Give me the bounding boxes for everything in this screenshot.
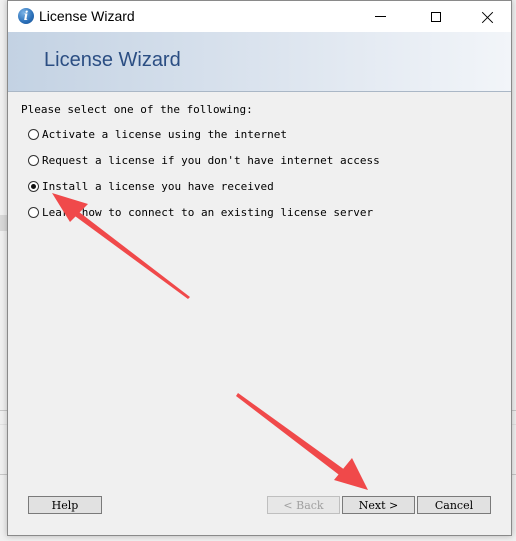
option-label: Activate a license using the internet — [42, 127, 288, 141]
option-activate-online[interactable]: Activate a license using the internet — [28, 126, 287, 142]
option-request-license[interactable]: Request a license if you don't have inte… — [28, 152, 380, 168]
wizard-header-banner: License Wizard — [8, 32, 511, 92]
info-icon: i — [18, 8, 34, 24]
license-wizard-dialog: i License Wizard License Wizard Please s… — [7, 0, 512, 536]
next-button[interactable]: Next > — [342, 496, 415, 514]
cancel-button[interactable]: Cancel — [417, 496, 491, 514]
option-label: Learn how to connect to an existing lice… — [42, 205, 374, 219]
banner-title: License Wizard — [44, 49, 181, 71]
option-label: Request a license if you don't have inte… — [42, 153, 380, 167]
close-button[interactable] — [465, 1, 511, 32]
maximize-button[interactable] — [413, 1, 459, 32]
help-button[interactable]: Help — [28, 496, 102, 514]
close-icon — [482, 11, 494, 23]
back-button[interactable]: < Back — [267, 496, 340, 514]
option-label: Install a license you have received — [42, 179, 274, 193]
option-connect-server[interactable]: Learn how to connect to an existing lice… — [28, 204, 373, 220]
window-title: License Wizard — [39, 8, 135, 24]
option-install-license[interactable]: Install a license you have received — [28, 178, 274, 194]
radio-button[interactable] — [28, 206, 39, 218]
radio-button[interactable] — [28, 128, 39, 140]
radio-button-selected[interactable] — [28, 180, 39, 192]
instruction-text: Please select one of the following: — [21, 103, 253, 116]
title-bar[interactable]: i License Wizard — [8, 1, 511, 32]
radio-button[interactable] — [28, 154, 39, 166]
minimize-icon — [374, 16, 386, 17]
maximize-icon — [431, 11, 441, 22]
minimize-button[interactable] — [357, 1, 403, 32]
wizard-body: Please select one of the following: Acti… — [8, 92, 511, 535]
